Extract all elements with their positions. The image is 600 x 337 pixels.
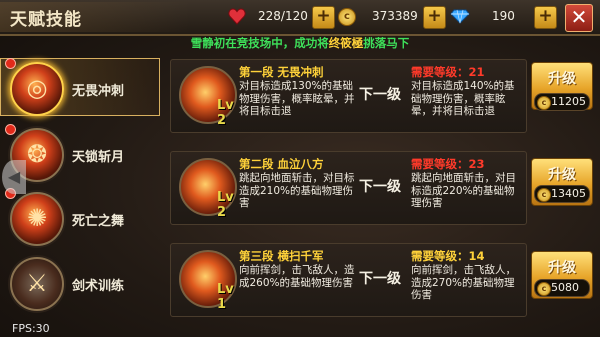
skill-name: 天锁斩月 <box>72 150 125 165</box>
notice-suffix: 挑落马下 <box>363 36 410 50</box>
stage-level: Lv 2 <box>217 98 234 128</box>
add-diamond-button[interactable]: + <box>534 6 557 29</box>
notice-highlight-name: 终筱極 <box>328 36 364 50</box>
talent-skill-screen: 天赋技能 228/120 + c 373389 + 190 + ✕ 雪静初在竞技… <box>0 0 600 337</box>
upgrade-cost-2: c 13405 <box>534 185 590 203</box>
stage-title: 第二段 血泣八方 <box>239 157 324 171</box>
cost-value: 13405 <box>551 187 586 200</box>
upgrade-cost-3: c 5080 <box>534 279 590 297</box>
stage-level: Lv 2 <box>217 190 234 220</box>
upgrade-label: 升级 <box>548 71 576 87</box>
next-level-description: 跳起向地面斩击，对目标造成220%的基础物理伤害 <box>411 172 516 209</box>
gold-coin-icon: c <box>537 282 551 296</box>
stage-description: 跳起向地面斩击，对目标造成210%的基础物理伤害 <box>239 172 355 209</box>
skill-name: 无畏冲刺 <box>72 84 125 99</box>
diamond-resource: 190 + <box>450 6 560 29</box>
gold-coin-icon: c <box>537 188 551 202</box>
diamond-value: 190 <box>492 9 515 23</box>
stage-level: Lv 1 <box>217 282 234 312</box>
cost-value: 5080 <box>551 281 579 294</box>
new-dot-icon <box>5 124 16 135</box>
next-level-description: 向前挥剑，击飞敌人，造成270%的基础物理伤害 <box>411 264 516 301</box>
required-level: 需要等级：14 <box>411 249 485 263</box>
upgrade-label: 升级 <box>548 260 576 276</box>
cost-value: 11205 <box>551 95 586 108</box>
sword-icon: ⚔ <box>10 257 64 311</box>
next-level-label: 下一级 <box>359 271 401 287</box>
next-level-description: 对目标造成140%的基础物理伤害，概率眩晕，并将目标击退 <box>411 80 515 117</box>
gold-resource: c 373389 + <box>338 6 448 29</box>
stage-description: 对目标造成130%的基础物理伤害，概率眩晕，并将目标击退 <box>239 80 355 117</box>
gold-coin-icon: c <box>338 8 356 26</box>
fire-blade-icon: Lv 2 <box>179 158 237 220</box>
stage-card-3: Lv 1 第三段 横扫千军 向前挥剑，击飞敌人，造成260%的基础物理伤害 下一… <box>170 243 527 317</box>
stage-title: 第三段 横扫千军 <box>239 249 324 263</box>
skill-item-jianshu[interactable]: ⚔ 剑术训练 <box>0 253 160 311</box>
broadcast-notice: 雪静初在竞技场中，成功将终筱極挑落马下 <box>0 35 600 53</box>
heart-icon <box>228 8 246 25</box>
gold-coin-icon: c <box>537 96 551 110</box>
add-hp-button[interactable]: + <box>312 6 335 29</box>
hp-value: 228/120 <box>258 9 308 23</box>
fire-swirl-icon: ◎ <box>10 62 64 116</box>
top-bar: 天赋技能 228/120 + c 373389 + 190 + ✕ <box>0 0 600 36</box>
fps-counter: FPS:30 <box>12 322 50 335</box>
skill-item-siwang[interactable]: ✺ 死亡之舞 <box>0 188 160 246</box>
required-level: 需要等级：23 <box>411 157 485 171</box>
diamond-icon <box>450 9 470 24</box>
fire-dance-icon: ✺ <box>10 192 64 246</box>
upgrade-cost-1: c 11205 <box>534 93 590 111</box>
stage-card-1: Lv 2 第一段 无畏冲刺 对目标造成130%的基础物理伤害，概率眩晕，并将目标… <box>170 59 527 133</box>
stage-description: 向前挥剑，击飞敌人，造成260%的基础物理伤害 <box>239 264 355 289</box>
page-title: 天赋技能 <box>10 10 82 30</box>
fire-swirl-icon: Lv 2 <box>179 66 237 128</box>
add-gold-button[interactable]: + <box>423 6 446 29</box>
new-dot-icon <box>5 58 16 69</box>
next-level-label: 下一级 <box>359 179 401 195</box>
required-level: 需要等级：21 <box>411 65 485 79</box>
close-button[interactable]: ✕ <box>565 4 593 32</box>
skill-name: 死亡之舞 <box>72 214 125 229</box>
upgrade-label: 升级 <box>548 167 576 183</box>
stage-card-2: Lv 2 第二段 血泣八方 跳起向地面斩击，对目标造成210%的基础物理伤害 下… <box>170 151 527 225</box>
fire-sweep-icon: Lv 1 <box>179 250 237 312</box>
hp-resource: 228/120 + <box>228 6 338 29</box>
gold-value: 373389 <box>372 9 418 23</box>
skill-item-wuwei[interactable]: ◎ 无畏冲刺 <box>0 58 160 116</box>
collapse-arrow-button[interactable]: ◀ <box>2 160 26 194</box>
next-level-label: 下一级 <box>359 87 401 103</box>
skill-name: 剑术训练 <box>72 279 125 294</box>
notice-prefix: 雪静初在竞技场中，成功将 <box>190 36 329 50</box>
stage-title: 第一段 无畏冲刺 <box>239 65 324 79</box>
